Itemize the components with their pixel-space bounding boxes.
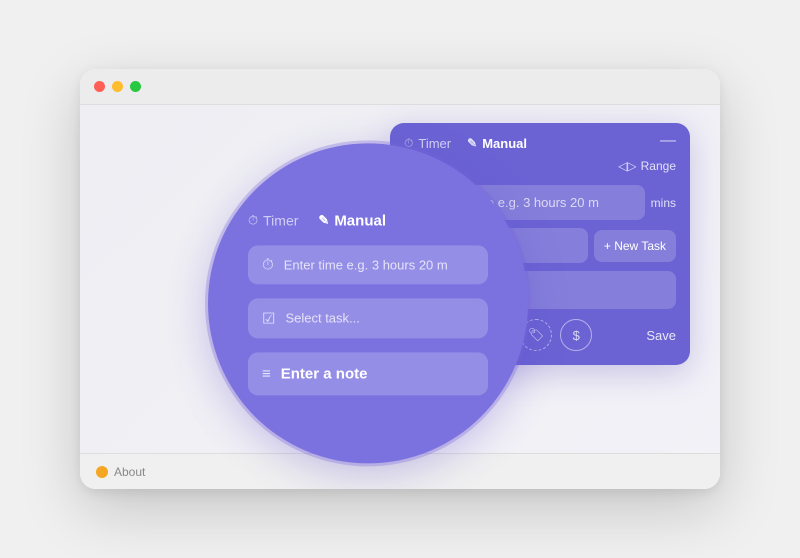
about-text: About bbox=[114, 465, 145, 479]
save-button[interactable]: Save bbox=[646, 328, 676, 343]
popup-panel: ⏱ Timer ✎ Manual — ◁▷ Range bbox=[390, 123, 690, 365]
note-icon: ≡ bbox=[416, 282, 424, 298]
task-row: ☑ + New Task bbox=[404, 228, 676, 263]
range-icon: ◁▷ bbox=[618, 159, 636, 173]
timer-icon: ⏱ bbox=[404, 136, 413, 151]
panel-header: ⏱ Timer ✎ Manual — bbox=[390, 123, 690, 159]
action-icons: 🏷 $ bbox=[520, 319, 592, 351]
tag-button[interactable]: 🏷 bbox=[520, 319, 552, 351]
note-input-wrap: ≡ bbox=[404, 271, 676, 309]
time-row: ⏱ mins bbox=[404, 185, 676, 220]
task-input-wrap: ☑ bbox=[404, 228, 588, 263]
panel-tabs: ⏱ Timer ✎ Manual bbox=[404, 136, 527, 151]
tab-manual-label: Manual bbox=[482, 136, 527, 151]
browser-dot-yellow[interactable] bbox=[112, 81, 123, 92]
browser-content: ⏱ Timer ✎ Manual — ◁▷ Range bbox=[80, 105, 720, 489]
bottom-row: When: now 🏷 $ Save bbox=[404, 317, 676, 351]
new-task-button[interactable]: + New Task bbox=[594, 230, 676, 262]
task-check-icon: ☑ bbox=[416, 237, 429, 254]
clock-icon: ⏱ bbox=[416, 194, 427, 211]
task-input[interactable] bbox=[437, 238, 576, 253]
browser-dot-green[interactable] bbox=[130, 81, 141, 92]
outer-container: ⏱ Timer ✎ Manual — ◁▷ Range bbox=[60, 49, 740, 509]
mins-label: mins bbox=[651, 196, 676, 210]
note-input[interactable] bbox=[432, 282, 664, 298]
when-now-link[interactable]: now bbox=[442, 328, 466, 342]
about-dot bbox=[96, 466, 108, 478]
tab-manual[interactable]: ✎ Manual bbox=[467, 136, 527, 151]
minimize-button[interactable]: — bbox=[660, 133, 676, 149]
panel-body: ⏱ mins ☑ + New Task bbox=[390, 177, 690, 365]
footer-bar: About bbox=[80, 453, 720, 489]
browser-window: ⏱ Timer ✎ Manual — ◁▷ Range bbox=[80, 69, 720, 489]
when-text: When: now bbox=[404, 328, 466, 342]
billing-button[interactable]: $ bbox=[560, 319, 592, 351]
tab-timer-label: Timer bbox=[418, 136, 451, 151]
time-input-wrap: ⏱ bbox=[404, 185, 645, 220]
browser-dot-red[interactable] bbox=[94, 81, 105, 92]
manual-icon: ✎ bbox=[467, 136, 477, 150]
range-label: Range bbox=[641, 159, 676, 173]
browser-top-bar bbox=[80, 69, 720, 105]
time-input[interactable] bbox=[435, 195, 633, 210]
tab-timer[interactable]: ⏱ Timer bbox=[404, 136, 451, 151]
